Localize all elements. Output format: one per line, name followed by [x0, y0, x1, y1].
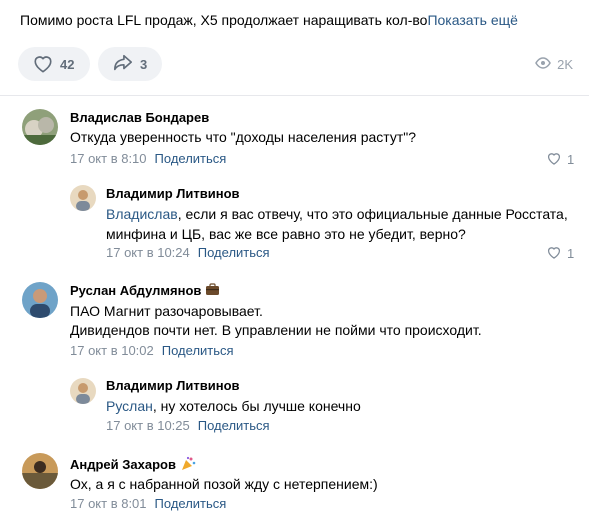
comment-author[interactable]: Андрей Захаров — [70, 456, 196, 475]
comment-meta: 17 окт в 8:01 Поделиться — [70, 496, 226, 512]
share-button[interactable]: 3 — [98, 47, 162, 81]
like-button[interactable]: 42 — [18, 47, 90, 81]
comment-text: Откуда уверенность что "доходы населения… — [70, 129, 417, 145]
avatar[interactable] — [22, 109, 58, 145]
post-text: Помимо роста LFL продаж, X5 продолжает н… — [20, 11, 580, 29]
avatar[interactable] — [70, 378, 96, 404]
like-count: 42 — [60, 56, 75, 72]
post-text-body: Помимо роста LFL продаж, X5 продолжает н… — [20, 12, 428, 28]
mention-link[interactable]: Руслан — [106, 398, 153, 414]
views-counter: 2K — [535, 57, 573, 72]
avatar[interactable] — [22, 282, 58, 318]
views-count: 2K — [557, 57, 573, 72]
comment-like-button[interactable]: 1 — [546, 245, 574, 262]
share-link[interactable]: Поделиться — [198, 418, 270, 433]
comment-author[interactable]: Владислав Бондарев — [70, 110, 209, 126]
mention-link[interactable]: Владислав — [106, 206, 178, 222]
heart-icon — [18, 53, 60, 76]
reply-author[interactable]: Владимир Литвинов — [106, 378, 240, 394]
comment-date[interactable]: 17 окт в 10:24 — [106, 245, 190, 260]
party-icon — [180, 456, 196, 475]
reply-text: Руслан, ну хотелось бы лучше конечно — [106, 398, 361, 414]
comment-date[interactable]: 17 окт в 8:10 — [70, 151, 147, 166]
comment-date[interactable]: 17 окт в 8:01 — [70, 496, 147, 511]
comment-like-count: 1 — [567, 152, 575, 167]
comment-date[interactable]: 17 окт в 10:25 — [106, 418, 190, 433]
comment-date[interactable]: 17 окт в 10:02 — [70, 343, 154, 358]
avatar[interactable] — [22, 453, 58, 489]
comment-text-line2: Дивидендов почти нет. В управлении не по… — [70, 322, 482, 338]
comment-meta: 17 окт в 10:02 Поделиться — [70, 343, 234, 359]
share-link[interactable]: Поделиться — [155, 496, 227, 511]
divider — [0, 95, 589, 96]
reply-meta: 17 окт в 10:24 Поделиться — [106, 245, 270, 261]
comment-text-line1: ПАО Магнит разочаровывает. — [70, 303, 263, 319]
comment-text: Ох, а я с набранной позой жду с нетерпен… — [70, 476, 378, 492]
share-link[interactable]: Поделиться — [198, 245, 270, 260]
show-more-link[interactable]: Показать ещё — [427, 12, 518, 28]
heart-icon — [546, 245, 567, 262]
share-link[interactable]: Поделиться — [162, 343, 234, 358]
avatar[interactable] — [70, 185, 96, 211]
comment-author[interactable]: Руслан Абдулмянов — [70, 283, 220, 300]
share-link[interactable]: Поделиться — [155, 151, 227, 166]
comment-like-button[interactable]: 1 — [546, 151, 574, 168]
comment-like-count: 1 — [567, 246, 575, 261]
reply-author[interactable]: Владимир Литвинов — [106, 186, 240, 202]
reply-text-line1: Владислав, если я вас отвечу, что это оф… — [106, 206, 568, 222]
reply-meta: 17 окт в 10:25 Поделиться — [106, 418, 270, 434]
reply-text-line2: минфина и ЦБ, вас же все равно это не уб… — [106, 226, 466, 242]
share-icon — [98, 53, 140, 76]
heart-icon — [546, 151, 567, 168]
eye-icon — [535, 57, 557, 72]
comment-meta: 17 окт в 8:10 Поделиться — [70, 151, 226, 167]
briefcase-icon — [205, 283, 220, 300]
share-count: 3 — [140, 56, 148, 72]
